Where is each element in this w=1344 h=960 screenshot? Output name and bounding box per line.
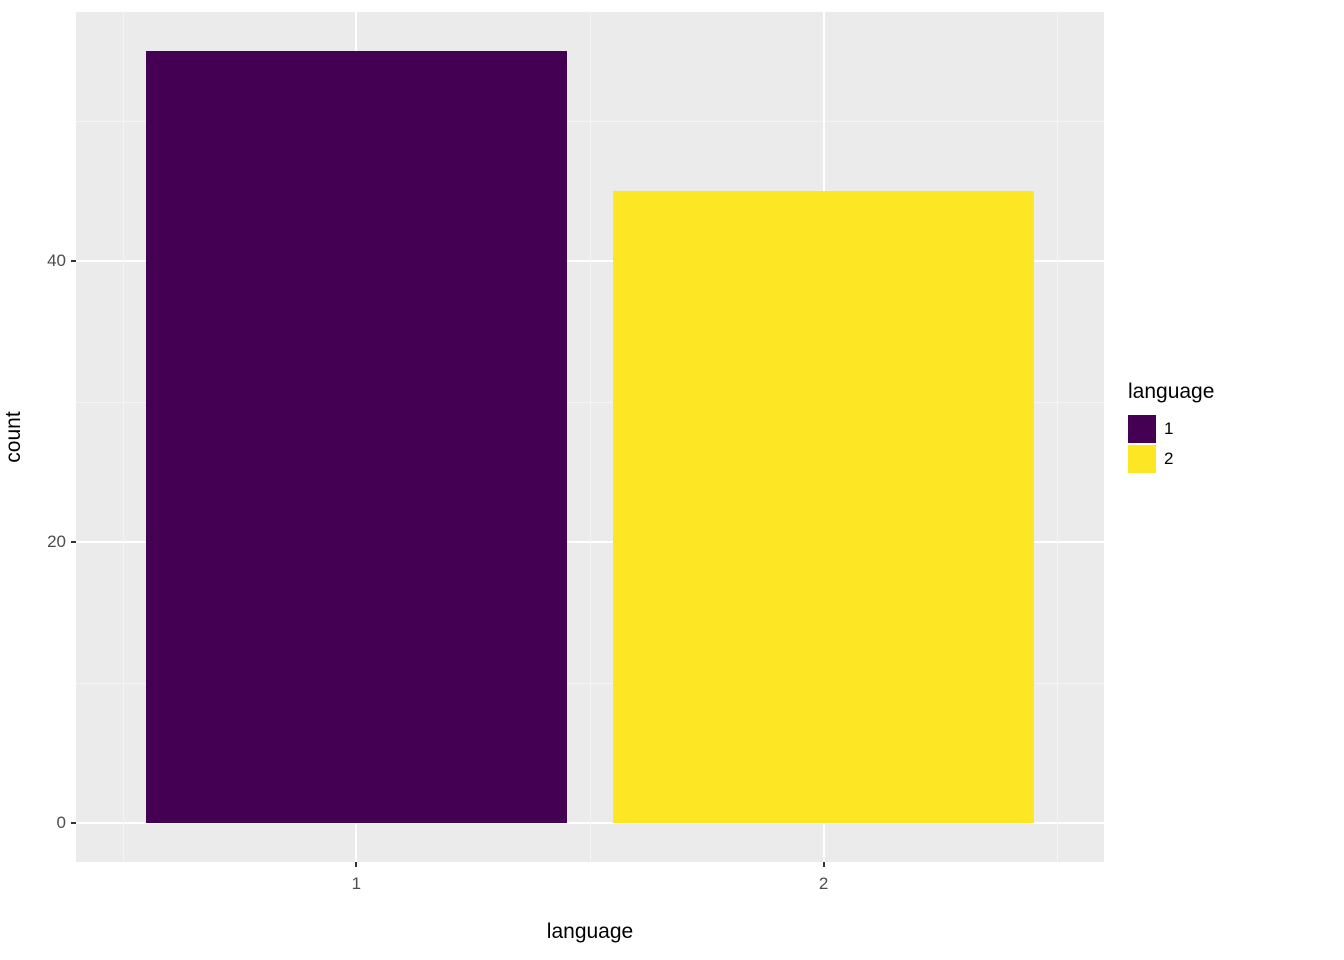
grid-line-minor xyxy=(1057,12,1058,862)
legend-title: language xyxy=(1128,380,1328,404)
legend-item: 1 xyxy=(1128,414,1328,444)
x-tick-mark xyxy=(823,862,825,867)
bar xyxy=(613,191,1034,823)
chart: 0 20 40 1 2 count language language 1 2 xyxy=(0,0,1344,960)
plot-panel xyxy=(76,12,1104,862)
y-tick-mark xyxy=(71,822,76,824)
bar xyxy=(146,51,567,824)
y-tick-label: 0 xyxy=(16,813,66,833)
y-tick-mark xyxy=(71,541,76,543)
y-tick-label: 40 xyxy=(16,251,66,271)
grid-line-minor xyxy=(590,12,591,862)
grid-line-minor xyxy=(123,12,124,862)
legend-label: 1 xyxy=(1164,419,1173,439)
x-tick-mark xyxy=(355,862,357,867)
x-tick-label: 1 xyxy=(326,874,386,894)
legend-label: 2 xyxy=(1164,449,1173,469)
y-tick-label: 20 xyxy=(16,532,66,552)
legend-item: 2 xyxy=(1128,444,1328,474)
legend-swatch xyxy=(1128,445,1156,473)
x-axis-title: language xyxy=(547,920,633,944)
y-tick-mark xyxy=(71,260,76,262)
legend-swatch xyxy=(1128,415,1156,443)
legend: language 1 2 xyxy=(1128,380,1328,474)
y-axis-title: count xyxy=(2,411,26,462)
x-tick-label: 2 xyxy=(794,874,854,894)
